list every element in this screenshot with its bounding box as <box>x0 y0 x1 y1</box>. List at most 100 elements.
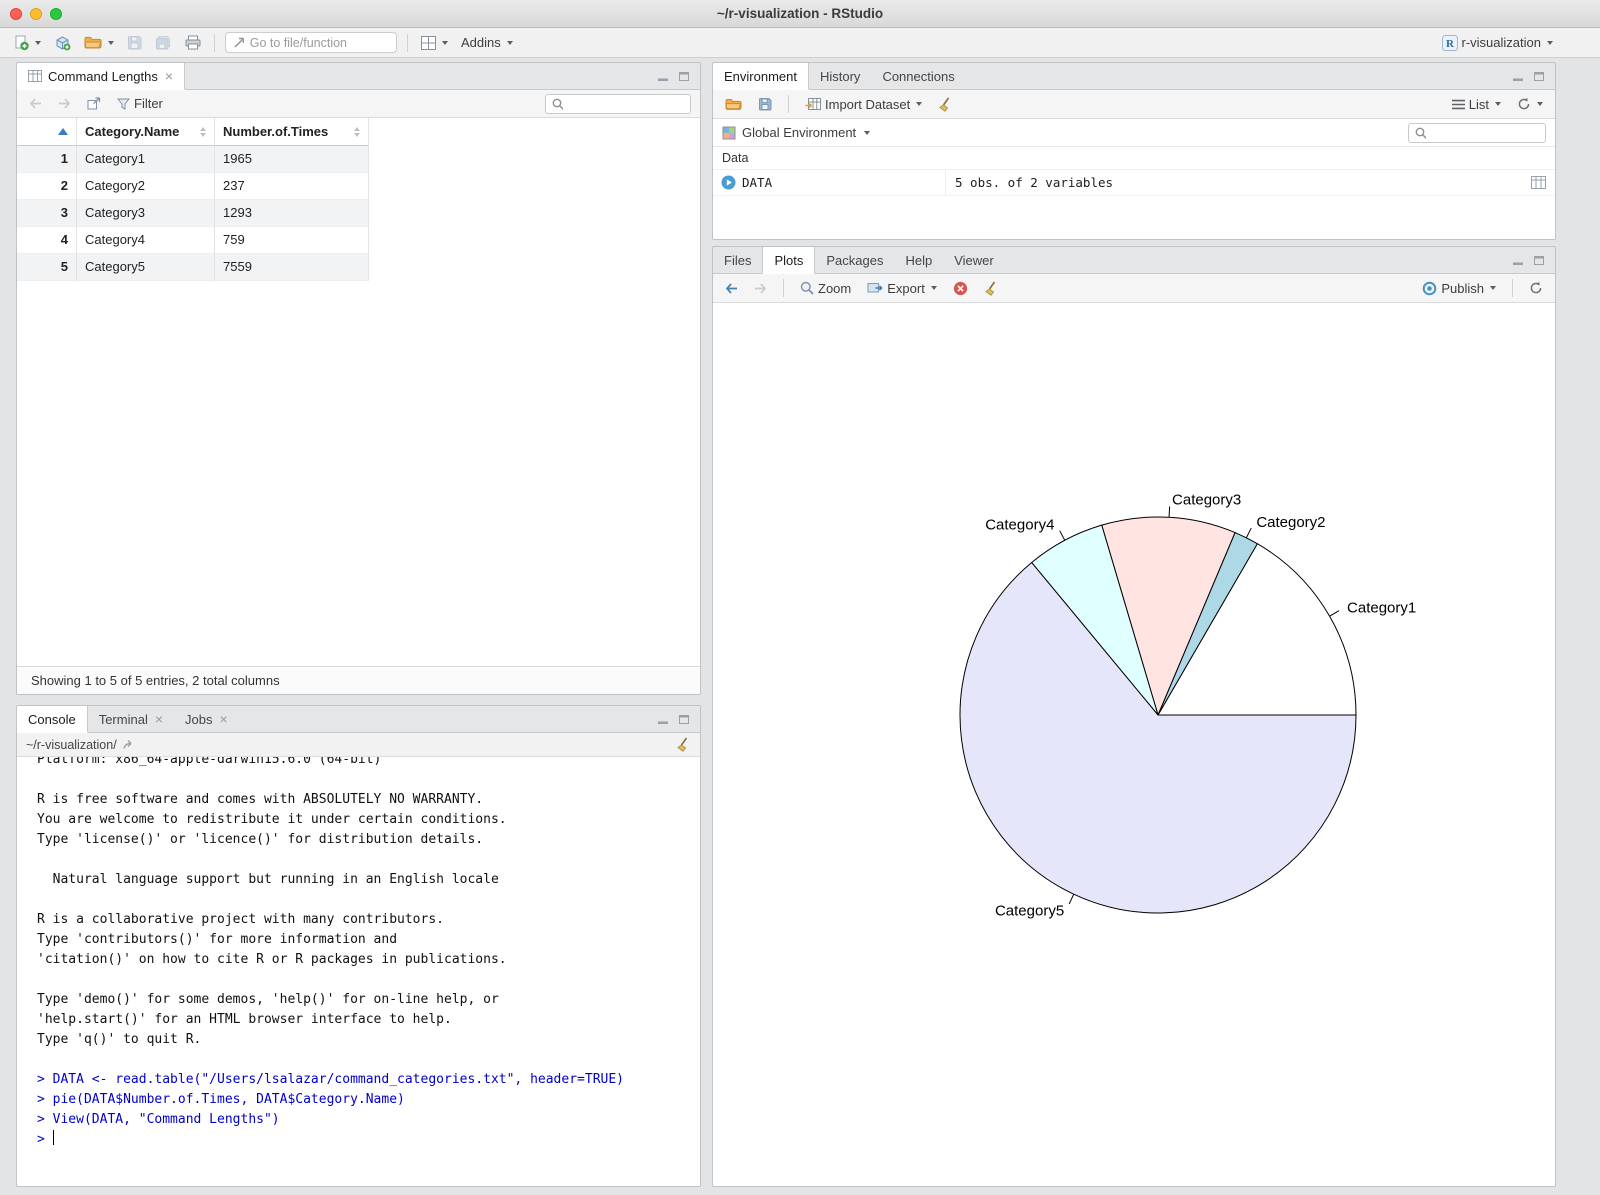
export-plot-button[interactable]: Export <box>864 279 940 298</box>
popout-icon[interactable] <box>122 739 135 750</box>
environment-scope-label[interactable]: Global Environment <box>742 125 856 140</box>
clear-environment-button[interactable] <box>935 95 956 114</box>
tab-jobs[interactable]: Jobs × <box>174 706 239 732</box>
table-footer-status: Showing 1 to 5 of 5 entries, 2 total col… <box>17 666 700 694</box>
tab-packages[interactable]: Packages <box>815 247 894 273</box>
popout-icon <box>87 97 101 110</box>
tab-environment[interactable]: Environment <box>713 63 809 90</box>
tab-console[interactable]: Console <box>17 706 88 733</box>
console-output[interactable]: Platform: x86_64-apple-darwin15.6.0 (64-… <box>17 757 700 1186</box>
tab-connections[interactable]: Connections <box>871 63 965 89</box>
table-cell: 2 <box>17 173 77 200</box>
object-value: 5 obs. of 2 variables <box>945 170 1531 195</box>
clear-console-broom-icon[interactable] <box>676 737 691 752</box>
view-data-grid-icon <box>1531 176 1546 189</box>
data-frame-icon <box>28 70 42 82</box>
zoom-label: Zoom <box>818 280 852 296</box>
previous-plot-button[interactable] <box>722 281 741 296</box>
zoom-plot-button[interactable]: Zoom <box>797 279 854 298</box>
import-dataset-button[interactable]: Import Dataset <box>802 95 925 114</box>
new-project-button[interactable] <box>51 33 74 53</box>
table-cell: 759 <box>215 227 369 254</box>
table-cell: Category3 <box>77 200 215 227</box>
dropdown-caret-icon <box>916 102 923 106</box>
addins-button[interactable]: Addins <box>458 33 516 52</box>
publish-button[interactable]: Publish <box>1419 279 1499 298</box>
toolbar-separator <box>407 33 408 52</box>
tab-plots[interactable]: Plots <box>762 247 816 274</box>
maximize-pane-icon[interactable] <box>679 71 689 81</box>
environment-view-mode-button[interactable]: List <box>1449 95 1504 114</box>
table-row[interactable]: 2 Category2 237 <box>17 173 369 200</box>
row-number-header[interactable] <box>17 118 77 146</box>
data-viewer-search-input[interactable] <box>567 96 684 111</box>
new-file-button[interactable] <box>10 33 44 53</box>
tab-label: Packages <box>826 252 884 268</box>
tab-terminal[interactable]: Terminal × <box>88 706 174 732</box>
tab-help[interactable]: Help <box>894 247 943 273</box>
back-arrow-icon <box>725 282 737 294</box>
tab-command-lengths[interactable]: Command Lengths × <box>17 63 186 90</box>
maximize-pane-icon[interactable] <box>1534 255 1544 265</box>
toolbar-separator <box>788 95 789 113</box>
remove-plot-button[interactable] <box>950 279 971 298</box>
table-row[interactable]: 5 Category5 7559 <box>17 254 369 281</box>
data-viewer-tabbar: Command Lengths × <box>17 63 700 90</box>
pie-label-tick <box>1068 893 1075 905</box>
new-project-icon <box>56 35 71 50</box>
tab-close-icon[interactable]: × <box>219 712 227 726</box>
text-cursor <box>52 1130 54 1145</box>
minimize-pane-icon[interactable] <box>1513 72 1523 81</box>
table-row[interactable]: 4 Category4 759 <box>17 227 369 254</box>
maximize-pane-icon[interactable] <box>679 714 689 724</box>
close-window-button[interactable] <box>10 8 22 20</box>
open-in-new-window-button[interactable] <box>84 95 104 112</box>
minimize-pane-icon[interactable] <box>658 715 668 724</box>
expand-object-button[interactable] <box>721 175 736 190</box>
environment-search-input[interactable] <box>1430 125 1539 140</box>
tab-files[interactable]: Files <box>713 247 762 273</box>
tab-close-icon[interactable]: × <box>165 69 173 83</box>
maximize-pane-icon[interactable] <box>1534 71 1544 81</box>
minimize-pane-icon[interactable] <box>658 72 668 81</box>
save-all-button[interactable] <box>152 33 175 53</box>
open-file-button[interactable] <box>81 34 117 52</box>
tab-label: Connections <box>882 68 955 84</box>
refresh-environment-button[interactable] <box>1514 95 1546 113</box>
toolbar-separator <box>783 279 784 297</box>
goto-file-input[interactable] <box>249 35 389 50</box>
filter-button[interactable]: Filter <box>114 94 166 113</box>
clear-all-plots-button[interactable] <box>981 279 1002 298</box>
minimize-pane-icon[interactable] <box>1513 256 1523 265</box>
back-button[interactable] <box>26 96 45 111</box>
zoom-magnifier-icon <box>800 281 814 295</box>
environment-object-row[interactable]: DATA 5 obs. of 2 variables <box>713 170 1555 196</box>
fullscreen-window-button[interactable] <box>50 8 62 20</box>
global-environment-icon <box>722 126 736 139</box>
forward-button[interactable] <box>55 96 74 111</box>
next-plot-button[interactable] <box>751 281 770 296</box>
minimize-window-button[interactable] <box>30 8 42 20</box>
save-workspace-button[interactable] <box>755 95 775 113</box>
broom-icon <box>939 97 950 112</box>
load-workspace-button[interactable] <box>722 96 745 113</box>
print-button[interactable] <box>182 33 204 52</box>
plots-tabbar: Files Plots Packages Help Viewer <box>713 247 1555 274</box>
column-header-number-of-times[interactable]: Number.of.Times <box>215 118 369 146</box>
project-selector-button[interactable]: R r-visualization <box>1439 33 1556 53</box>
broom-icon <box>984 281 995 296</box>
pane-layout-button[interactable] <box>418 34 451 52</box>
environment-search-box <box>1408 122 1546 143</box>
column-header-category-name[interactable]: Category.Name <box>77 118 215 146</box>
console-line: 'citation()' on how to cite R or R packa… <box>37 952 507 967</box>
pie-label-tick <box>1329 610 1340 617</box>
forward-arrow-icon <box>59 98 71 109</box>
view-table-button[interactable] <box>1531 176 1546 189</box>
tab-history[interactable]: History <box>809 63 871 89</box>
tab-viewer[interactable]: Viewer <box>943 247 1005 273</box>
tab-close-icon[interactable]: × <box>155 712 163 726</box>
refresh-plot-button[interactable] <box>1526 279 1546 297</box>
table-row[interactable]: 3 Category3 1293 <box>17 200 369 227</box>
save-button[interactable] <box>124 33 145 52</box>
table-row[interactable]: 1 Category1 1965 <box>17 146 369 173</box>
